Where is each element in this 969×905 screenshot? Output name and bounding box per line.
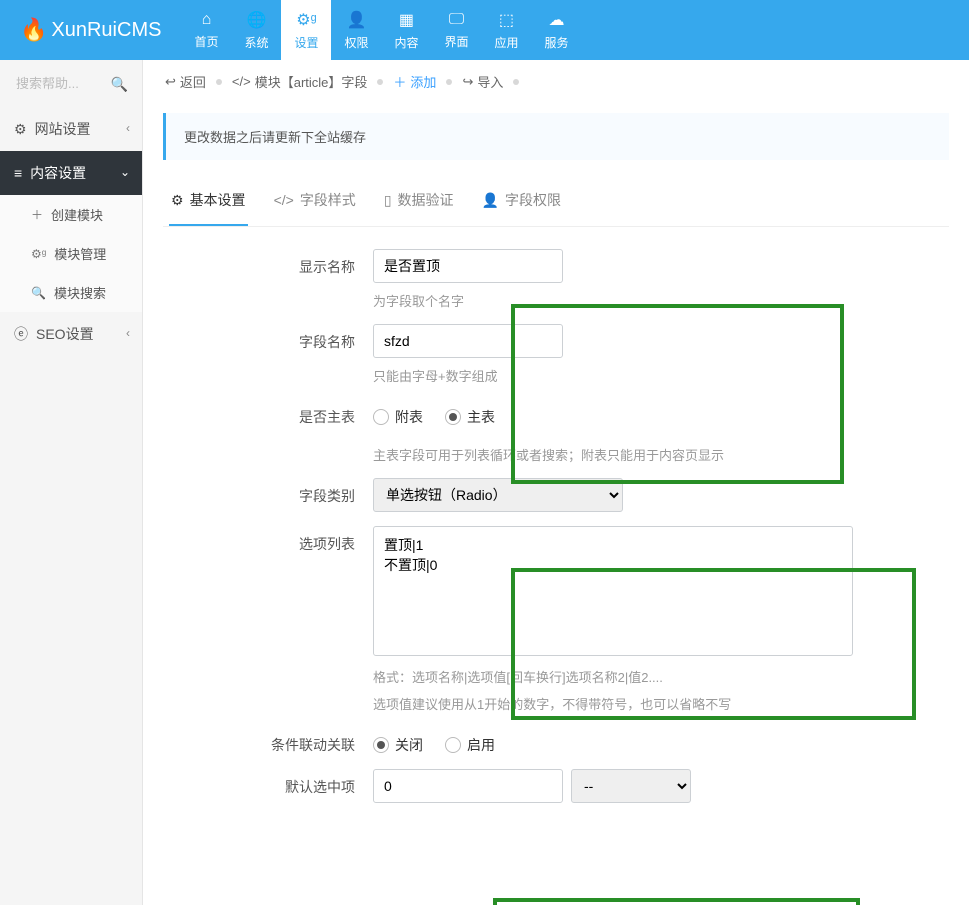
home-icon: ⌂ bbox=[202, 11, 212, 29]
user-icon: 👤 bbox=[482, 192, 499, 209]
radio-link-on[interactable]: 启用 bbox=[445, 735, 495, 755]
breadcrumb: ↩ 返回 </> 模块【article】字段 ＋添加 ↪ 导入 bbox=[143, 60, 969, 103]
input-field-name[interactable] bbox=[373, 324, 563, 358]
topnav: ⌂首页 🌐系统 ⚙ᵍ设置 👤权限 ▦内容 🖵界面 ⬚应用 ☁服务 bbox=[181, 0, 581, 60]
row-field-type: 字段类别 单选按钮（Radio） bbox=[173, 478, 939, 512]
select-field-type[interactable]: 单选按钮（Radio） bbox=[373, 478, 623, 512]
row-option-list: 选项列表 置顶|1 不置顶|0 格式：选项名称|选项值[回车换行]选项名称2|值… bbox=[173, 526, 939, 713]
plus-icon: ＋ bbox=[393, 72, 406, 91]
hint-is-main: 主表字段可用于列表循环或者搜索；附表只能用于内容页显示 bbox=[373, 445, 939, 464]
code-icon: </> bbox=[232, 74, 251, 89]
input-display-name[interactable] bbox=[373, 249, 563, 283]
plus-icon: ＋ bbox=[31, 206, 43, 223]
code-icon: </> bbox=[274, 192, 294, 208]
bc-sep bbox=[216, 79, 222, 85]
topnav-system[interactable]: 🌐系统 bbox=[231, 0, 281, 60]
hint-display-name: 为字段取个名字 bbox=[373, 291, 939, 310]
logo: 🔥 XunRuiCMS bbox=[0, 17, 181, 43]
sidebar-group-site[interactable]: ⚙ 网站设置 ‹ bbox=[0, 107, 142, 151]
chevron-left-icon: ‹ bbox=[126, 121, 130, 135]
label-link-cond: 条件联动关联 bbox=[173, 727, 373, 755]
hint-option-list-1: 格式：选项名称|选项值[回车换行]选项名称2|值2.... bbox=[373, 667, 939, 686]
alert-banner: 更改数据之后请更新下全站缓存 bbox=[163, 113, 949, 160]
label-field-name: 字段名称 bbox=[173, 324, 373, 352]
bc-sep bbox=[446, 79, 452, 85]
sidebar-item-module-search[interactable]: 🔍模块搜索 bbox=[0, 273, 142, 312]
bc-module[interactable]: </> 模块【article】字段 bbox=[232, 72, 367, 91]
row-display-name: 显示名称 为字段取个名字 bbox=[173, 249, 939, 310]
flame-icon: 🔥 bbox=[20, 17, 47, 43]
tab-style[interactable]: </>字段样式 bbox=[272, 176, 358, 226]
label-display-name: 显示名称 bbox=[173, 249, 373, 277]
sidebar-item-module-manage[interactable]: ⚙ᵍ模块管理 bbox=[0, 234, 142, 273]
topnav-content[interactable]: ▦内容 bbox=[381, 0, 431, 60]
signin-icon: ↪ bbox=[462, 74, 473, 90]
label-option-list: 选项列表 bbox=[173, 526, 373, 554]
topnav-app[interactable]: ⬚应用 bbox=[481, 0, 531, 60]
row-field-name: 字段名称 只能由字母+数字组成 bbox=[173, 324, 939, 385]
radio-link-off[interactable]: 关闭 bbox=[373, 735, 423, 755]
textarea-option-list[interactable]: 置顶|1 不置顶|0 bbox=[373, 526, 853, 656]
gears-icon: ⚙ᵍ bbox=[296, 10, 316, 30]
screen-icon: 🖵 bbox=[449, 11, 464, 29]
user-icon: 👤 bbox=[346, 10, 366, 30]
brand-text: XunRuiCMS bbox=[51, 19, 161, 42]
bc-import[interactable]: ↪ 导入 bbox=[462, 72, 503, 91]
bc-back[interactable]: ↩ 返回 bbox=[165, 72, 206, 91]
tab-basic[interactable]: ⚙基本设置 bbox=[169, 176, 248, 226]
sidebar-group-seo[interactable]: ⓔ SEO设置 ‹ bbox=[0, 312, 142, 356]
sidebar: 🔍 ⚙ 网站设置 ‹ ≡ 内容设置 ⌄ ＋创建模块 ⚙ᵍ模块管理 🔍模块搜索 ⓔ… bbox=[0, 60, 143, 905]
label-is-main: 是否主表 bbox=[173, 399, 373, 427]
form: 显示名称 为字段取个名字 字段名称 只能由字母+数字组成 是否主表 附表 bbox=[163, 227, 949, 827]
tabs: ⚙基本设置 </>字段样式 ▯数据验证 👤字段权限 bbox=[163, 176, 949, 227]
reply-icon: ↩ bbox=[165, 74, 176, 90]
gear-icon: ⚙ bbox=[14, 121, 27, 138]
topnav-settings[interactable]: ⚙ᵍ设置 bbox=[281, 0, 331, 60]
chevron-left-icon: ‹ bbox=[126, 326, 130, 340]
hint-field-name: 只能由字母+数字组成 bbox=[373, 366, 939, 385]
search-icon[interactable]: 🔍 bbox=[111, 76, 128, 93]
input-default[interactable] bbox=[373, 769, 563, 803]
gears-icon: ⚙ᵍ bbox=[31, 247, 46, 261]
puzzle-icon: ⬚ bbox=[499, 10, 514, 30]
row-is-main: 是否主表 附表 主表 主表字段可用于列表循环或者搜索；附表只能用于内容页显示 bbox=[173, 399, 939, 464]
label-default: 默认选中项 bbox=[173, 769, 373, 797]
topbar: 🔥 XunRuiCMS ⌂首页 🌐系统 ⚙ᵍ设置 👤权限 ▦内容 🖵界面 ⬚应用… bbox=[0, 0, 969, 60]
grid-icon: ▦ bbox=[399, 10, 414, 30]
sidebar-item-create-module[interactable]: ＋创建模块 bbox=[0, 195, 142, 234]
sidebar-group-content[interactable]: ≡ 内容设置 ⌄ bbox=[0, 151, 142, 195]
crop-icon: ▯ bbox=[384, 192, 392, 209]
topnav-permission[interactable]: 👤权限 bbox=[331, 0, 381, 60]
radio-subtable[interactable]: 附表 bbox=[373, 407, 423, 427]
radio-maintable[interactable]: 主表 bbox=[445, 407, 495, 427]
topnav-service[interactable]: ☁服务 bbox=[531, 0, 581, 60]
row-default: 默认选中项 -- bbox=[173, 769, 939, 803]
content: ↩ 返回 </> 模块【article】字段 ＋添加 ↪ 导入 更改数据之后请更… bbox=[143, 60, 969, 905]
globe-icon: 🌐 bbox=[246, 10, 266, 30]
search-icon: 🔍 bbox=[31, 286, 46, 300]
sidebar-search: 🔍 bbox=[0, 60, 142, 107]
hint-option-list-2: 选项值建议使用从1开始的数字，不得带符号，也可以省略不写 bbox=[373, 694, 939, 713]
label-field-type: 字段类别 bbox=[173, 478, 373, 506]
tab-permission[interactable]: 👤字段权限 bbox=[480, 176, 563, 226]
bc-add[interactable]: ＋添加 bbox=[393, 72, 436, 91]
cloud-icon: ☁ bbox=[548, 10, 564, 30]
topnav-ui[interactable]: 🖵界面 bbox=[431, 0, 481, 60]
highlight-box-3 bbox=[493, 898, 860, 905]
topnav-home[interactable]: ⌂首页 bbox=[181, 0, 231, 60]
ie-icon: ⓔ bbox=[14, 324, 28, 344]
bc-sep bbox=[377, 79, 383, 85]
row-link-cond: 条件联动关联 关闭 启用 bbox=[173, 727, 939, 755]
chevron-down-icon: ⌄ bbox=[120, 165, 130, 179]
tab-validate[interactable]: ▯数据验证 bbox=[382, 176, 456, 226]
panel: ⚙基本设置 </>字段样式 ▯数据验证 👤字段权限 显示名称 为字段取个名字 字… bbox=[163, 176, 949, 827]
gear-icon: ⚙ bbox=[171, 192, 184, 209]
select-default[interactable]: -- bbox=[571, 769, 691, 803]
bc-sep bbox=[513, 79, 519, 85]
list-icon: ≡ bbox=[14, 165, 22, 181]
